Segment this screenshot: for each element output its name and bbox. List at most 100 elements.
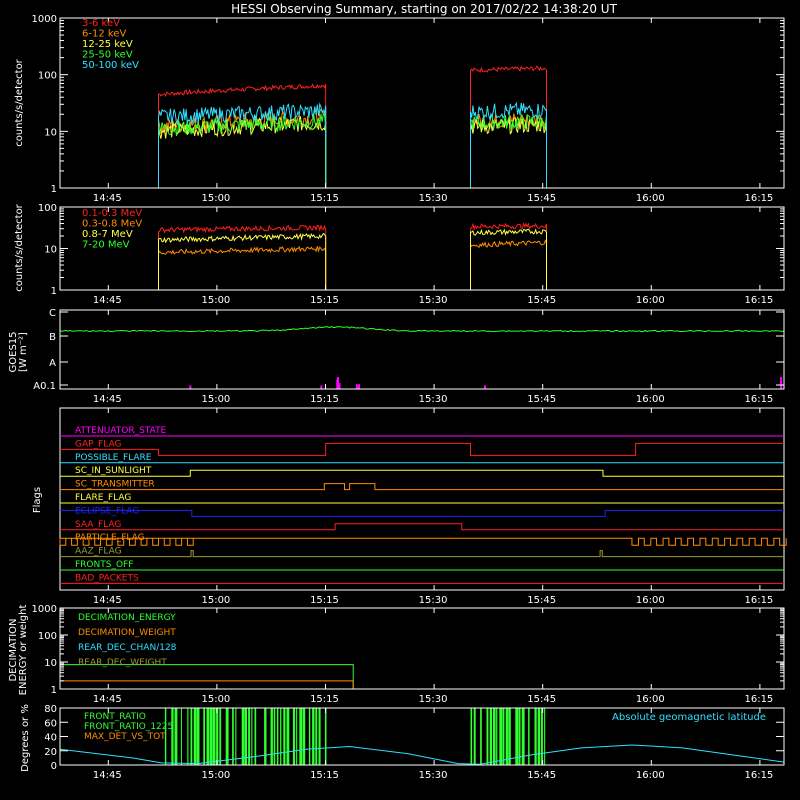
legend-entry: FRONT_RATIO bbox=[84, 712, 146, 722]
panel-flags-x-tick-label: 15:30 bbox=[419, 595, 448, 606]
front-ratio-bar bbox=[324, 708, 327, 765]
panel-high-energy-y-tick-label: 10 bbox=[44, 245, 57, 256]
legend-entry: 50-100 keV bbox=[82, 60, 139, 71]
front-ratio-bar bbox=[496, 708, 498, 765]
front-ratio-bar bbox=[235, 708, 237, 765]
front-ratio-bar bbox=[537, 708, 541, 765]
panel-flags-x-tick-label: 15:45 bbox=[527, 595, 556, 606]
panel-decimation-x-tick-label: 14:45 bbox=[93, 694, 122, 705]
panel-flags-x-tick-label: 14:45 bbox=[93, 595, 122, 606]
front-ratio-bar bbox=[206, 708, 210, 765]
panel-ratios-x-tick-label: 16:00 bbox=[636, 770, 665, 781]
front-ratio-bar bbox=[544, 708, 546, 765]
front-ratio-bar bbox=[212, 708, 216, 765]
front-ratio-bar bbox=[286, 708, 290, 765]
panel-ratios-y-tick-label: 0 bbox=[51, 761, 57, 772]
panel-low-energy-y-tick-label: 100 bbox=[38, 71, 57, 82]
panel-low-energy-x-tick-label: 15:30 bbox=[419, 193, 448, 204]
front-ratio-bar bbox=[190, 708, 193, 765]
front-ratio-bar bbox=[283, 708, 286, 765]
panel-flags-x-tick-label: 16:15 bbox=[744, 595, 773, 606]
panel-goes-x-tick-label: 16:00 bbox=[636, 394, 665, 405]
front-ratio-bar bbox=[473, 708, 476, 765]
front-ratio-bar bbox=[180, 708, 182, 765]
panel-decimation-x-tick-label: 15:45 bbox=[527, 694, 556, 705]
panel-decimation-ylabel2: ENERGY or weight bbox=[18, 605, 29, 696]
front-ratio-bar bbox=[315, 708, 318, 765]
legend-entry: 25-50 keV bbox=[82, 50, 133, 61]
panel-ratios-y-tick-label: 60 bbox=[44, 718, 57, 729]
panel-ratios-y-tick-label: 20 bbox=[44, 747, 57, 758]
front-ratio-bar bbox=[241, 708, 245, 765]
panel-high-energy-x-tick-label: 15:30 bbox=[419, 295, 448, 306]
panel-goes-y-tick-label: A bbox=[49, 358, 56, 369]
panel-high-energy-y-tick-label: 1 bbox=[51, 286, 57, 297]
front-ratio-bar bbox=[171, 708, 174, 765]
legend-entry: MAX_DET_VS_TOT bbox=[84, 732, 166, 742]
front-ratio-bar bbox=[187, 708, 189, 765]
panel-high-energy-y-tick-label: 100 bbox=[38, 203, 57, 214]
front-ratio-bar bbox=[312, 708, 315, 765]
panel-goes-y-tick-label: C bbox=[49, 308, 56, 319]
front-ratio-bar bbox=[308, 708, 311, 765]
front-ratio-bar bbox=[480, 708, 482, 765]
flag-label: PARTICLE_FLAG bbox=[75, 533, 145, 543]
panel-goes-x-tick-label: 15:45 bbox=[527, 394, 556, 405]
legend-entry: 0.1-0.3 MeV bbox=[82, 208, 142, 219]
front-ratio-bar bbox=[203, 708, 205, 765]
front-ratio-bar bbox=[248, 708, 250, 765]
legend-entry: FRONT_RATIO_1225 bbox=[84, 722, 173, 732]
front-ratio-bar bbox=[489, 708, 492, 765]
flag-label: SAA_FLAG bbox=[75, 520, 121, 530]
flag-label: AAZ_FLAG bbox=[75, 547, 122, 557]
front-ratio-bar bbox=[302, 708, 306, 765]
front-ratio-bar bbox=[193, 708, 197, 765]
front-ratio-bar bbox=[502, 708, 505, 765]
panel-low-energy-x-tick-label: 14:45 bbox=[93, 193, 122, 204]
panel-decimation-x-tick-label: 16:00 bbox=[636, 694, 665, 705]
panel-ratios-y-tick-label: 40 bbox=[44, 733, 57, 744]
legend-entry: 6-12 keV bbox=[82, 29, 126, 40]
panel-low-energy-x-tick-label: 16:15 bbox=[744, 193, 773, 204]
front-ratio-bar bbox=[515, 708, 519, 765]
front-ratio-bar bbox=[225, 708, 229, 765]
panel-ratios-annotation: Absolute geomagnetic latitude bbox=[612, 712, 766, 723]
flag-label: SC_TRANSMITTER bbox=[75, 480, 155, 490]
panel-low-energy-y-tick-label: 1 bbox=[51, 184, 57, 195]
panel-high-energy-ylabel: counts/s/detector bbox=[14, 203, 25, 291]
front-ratio-bar bbox=[273, 708, 276, 765]
panel-low-energy-x-tick-label: 16:00 bbox=[636, 193, 665, 204]
panel-decimation-y-tick-label: 1000 bbox=[32, 604, 57, 615]
legend-entry: 0.3-0.8 MeV bbox=[82, 219, 142, 230]
legend-entry: DECIMATION_WEIGHT bbox=[78, 628, 176, 638]
panel-goes-x-tick-label: 14:45 bbox=[93, 394, 122, 405]
front-ratio-bar bbox=[276, 708, 279, 765]
flag-label: BAD_PACKETS bbox=[75, 573, 139, 583]
panel-ratios-ylabel: Degrees or % bbox=[20, 704, 31, 772]
legend-entry: 3-6 keV bbox=[82, 18, 120, 29]
panel-goes-y-tick-label: B bbox=[49, 332, 56, 343]
panel-ratios-x-tick-label: 15:00 bbox=[201, 770, 230, 781]
front-ratio-bar bbox=[216, 708, 219, 765]
panel-decimation-x-tick-label: 16:15 bbox=[744, 694, 773, 705]
legend-entry: 12-25 keV bbox=[82, 39, 133, 50]
panel-low-energy-y-tick-label: 1000 bbox=[32, 14, 57, 25]
panel-high-energy-x-tick-label: 15:15 bbox=[310, 295, 339, 306]
flag-label: FRONTS_OFF bbox=[75, 560, 133, 570]
legend-entry: 0.8-7 MeV bbox=[82, 229, 133, 240]
front-ratio-bar bbox=[470, 708, 473, 765]
front-ratio-bar bbox=[174, 708, 178, 765]
front-ratio-bar bbox=[486, 708, 489, 765]
front-ratio-bar bbox=[280, 708, 282, 765]
front-ratio-bar bbox=[196, 708, 200, 765]
front-ratio-bar bbox=[492, 708, 496, 765]
front-ratio-bar bbox=[318, 708, 321, 765]
panel-goes-x-tick-label: 15:00 bbox=[201, 394, 230, 405]
panel-high-energy-x-tick-label: 14:45 bbox=[93, 295, 122, 306]
panel-high-energy-x-tick-label: 15:45 bbox=[527, 295, 556, 306]
front-ratio-bar bbox=[534, 708, 537, 765]
panel-decimation-y-tick-label: 1 bbox=[51, 685, 57, 696]
front-ratio-bar bbox=[540, 708, 543, 765]
front-ratio-bar bbox=[499, 708, 503, 765]
panel-low-energy-x-tick-label: 15:15 bbox=[310, 193, 339, 204]
